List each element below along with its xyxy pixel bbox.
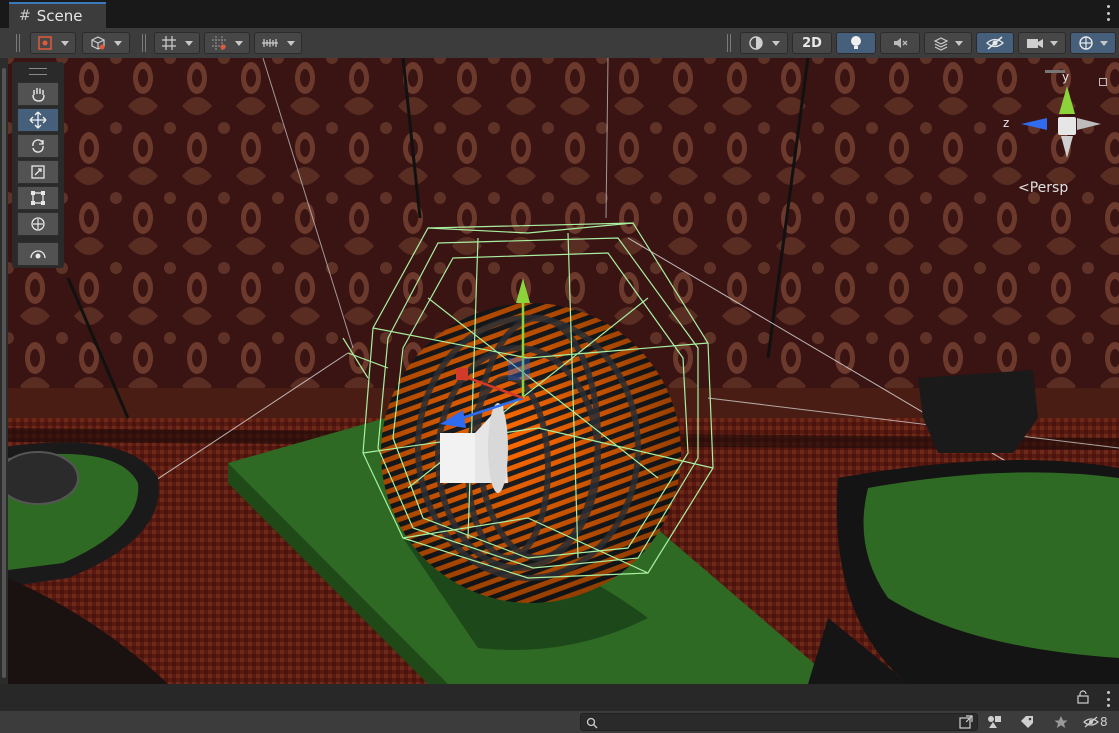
more-options-icon[interactable]: [1105, 5, 1111, 21]
filter-type-icon[interactable]: [987, 714, 1003, 730]
lock-icon[interactable]: [1075, 689, 1091, 705]
chevron-down-icon: [235, 40, 243, 46]
gizmos-dropdown[interactable]: [1070, 32, 1116, 54]
lock-icon[interactable]: [1099, 78, 1107, 86]
toolbar-grip[interactable]: [142, 34, 146, 52]
grid-snapping-dropdown[interactable]: [204, 32, 250, 54]
gizmo-z-label: z: [1003, 116, 1010, 130]
palette-drag-handle[interactable]: [29, 68, 47, 75]
increment-snap-dropdown[interactable]: [254, 32, 302, 54]
toolbar-grip[interactable]: [16, 34, 20, 52]
favorite-star-icon[interactable]: [1053, 714, 1069, 730]
more-options-icon[interactable]: [1105, 691, 1111, 707]
chevron-down-icon: [61, 40, 69, 46]
gizmo-y-label: y: [1062, 70, 1070, 84]
lighting-toggle-button[interactable]: [836, 32, 876, 54]
tool-palette: [12, 62, 64, 268]
rect-tool-button[interactable]: [17, 186, 59, 210]
chevron-down-icon: [1050, 40, 1058, 46]
custom-tool-icon: [30, 250, 46, 259]
projection-toggle[interactable]: <Persp: [1018, 180, 1068, 196]
tool-handle-rotation-dropdown[interactable]: [82, 32, 130, 54]
rect-transform-icon: [31, 191, 45, 205]
chevron-left-icon: <: [1018, 180, 1030, 196]
tab-strip: # Scene: [0, 0, 1119, 28]
transform-icon: [31, 217, 45, 231]
chevron-down-icon: [114, 40, 122, 46]
projection-label: Persp: [1029, 180, 1069, 196]
toolbar-grip[interactable]: [727, 34, 731, 52]
custom-tool-button[interactable]: [17, 242, 59, 266]
shading-mode-icon: [749, 36, 763, 50]
effects-dropdown[interactable]: [924, 32, 972, 54]
cube-icon: [91, 36, 105, 50]
grid-visibility-dropdown[interactable]: [154, 32, 200, 54]
open-window-icon[interactable]: [958, 714, 974, 730]
toggle-2d-button[interactable]: 2D: [792, 32, 832, 54]
ruler-icon: [262, 39, 278, 47]
gizmo-globe-icon: [1079, 36, 1093, 50]
grid-y-icon: [162, 36, 176, 50]
camera-icon: [1027, 39, 1043, 48]
search-field[interactable]: [580, 713, 978, 731]
left-edge-scrollbar[interactable]: [0, 58, 8, 684]
search-icon: [586, 717, 598, 729]
rotate-tool-button[interactable]: [17, 134, 59, 158]
chevron-down-icon: [287, 40, 295, 46]
bottom-toolbar: 8: [0, 711, 1119, 733]
scene-statusbar: [0, 684, 1119, 711]
eye-hidden-icon: [986, 36, 1004, 50]
hand-tool-button[interactable]: [17, 82, 59, 106]
chevron-down-icon: [955, 40, 963, 46]
tool-handle-position-dropdown[interactable]: [30, 32, 76, 54]
scene-toolbar: 2D: [0, 28, 1119, 59]
search-input[interactable]: [601, 715, 945, 731]
scene-render[interactable]: [8, 58, 1119, 684]
scale-icon: [31, 165, 45, 179]
chevron-down-icon: [185, 40, 193, 46]
rotate-icon: [32, 139, 44, 153]
label-tag-icon[interactable]: [1019, 714, 1035, 730]
hand-icon: [32, 88, 45, 102]
pivot-icon: [38, 36, 52, 50]
chevron-down-icon: [1100, 40, 1108, 46]
transform-tool-button[interactable]: [17, 212, 59, 236]
grid-hash-icon: #: [19, 8, 31, 24]
scale-tool-button[interactable]: [17, 160, 59, 184]
eye-hidden-icon: [1083, 716, 1099, 728]
tab-scene[interactable]: # Scene: [9, 2, 106, 28]
layers-effects-icon: [933, 37, 949, 51]
hidden-count-toggle[interactable]: 8: [1083, 714, 1117, 730]
scene-viewport[interactable]: [8, 58, 1119, 684]
scene-visibility-toggle[interactable]: [976, 32, 1014, 54]
speaker-mute-icon: [894, 38, 908, 48]
grid-snap-icon: [212, 36, 226, 50]
tab-scene-label: Scene: [36, 7, 83, 25]
hidden-count: 8: [1100, 715, 1108, 729]
lightbulb-icon: [851, 36, 861, 49]
audio-toggle-button[interactable]: [880, 32, 920, 54]
chevron-down-icon: [772, 40, 780, 46]
camera-settings-dropdown[interactable]: [1018, 32, 1066, 54]
move-icon: [29, 111, 47, 129]
move-tool-button[interactable]: [17, 108, 59, 132]
draw-mode-dropdown[interactable]: [740, 32, 788, 54]
